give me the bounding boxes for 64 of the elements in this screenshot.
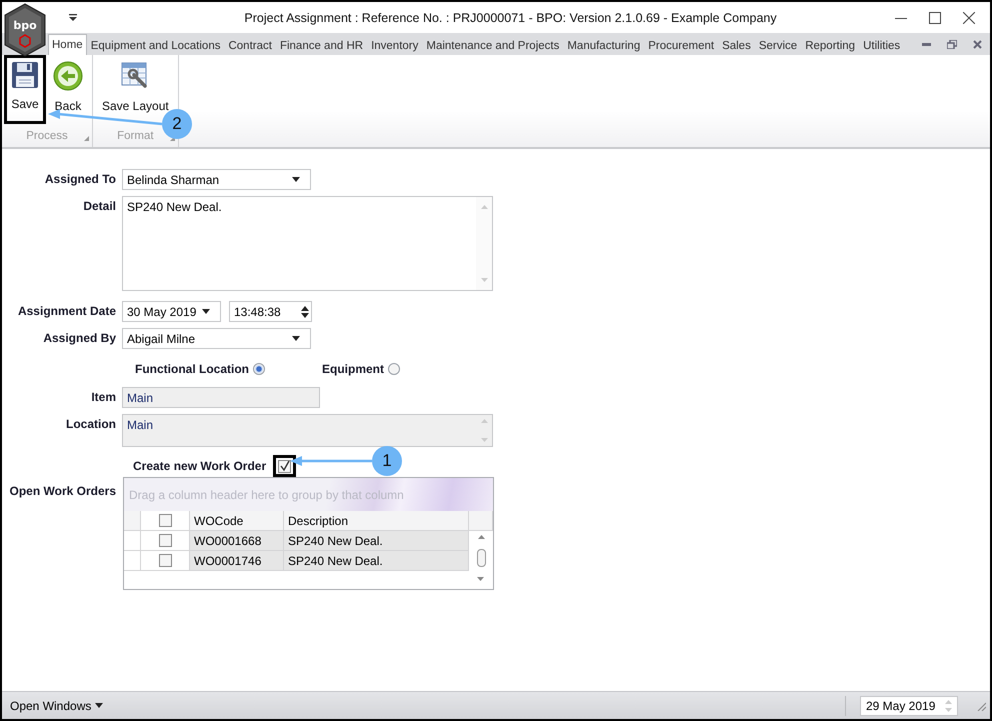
open-windows-menu[interactable]: Open Windows	[8, 698, 106, 712]
caret-icon[interactable]	[95, 703, 104, 708]
ribbon-tab[interactable]: Procurement	[644, 35, 718, 55]
dialog-launcher-icon[interactable]	[84, 136, 89, 141]
checkmark-icon	[279, 460, 290, 472]
dropdown-arrow-icon[interactable]	[292, 336, 300, 341]
column-header[interactable]: WOCode	[190, 511, 284, 531]
ribbon-tab[interactable]: Finance and HR	[276, 35, 368, 55]
ribbon-tab[interactable]: Reporting	[801, 35, 860, 55]
table-cell: SP240 New Deal.	[284, 551, 469, 571]
row-checkbox[interactable]	[158, 554, 172, 567]
checkbox-label: Create new Work Order	[133, 459, 266, 473]
radio-label: Functional Location	[135, 362, 249, 376]
radio-button[interactable]	[388, 363, 400, 375]
ribbon-tab[interactable]: Maintenance and Projects	[422, 35, 564, 55]
field-label: Detail	[82, 198, 117, 215]
minimize-icon[interactable]	[922, 42, 931, 46]
radio-button[interactable]	[253, 363, 265, 375]
window-title: Project Assignment : Reference No. : PRJ0000071 - BPO: Version 2.1.0.69 - Example Company	[243, 10, 778, 24]
time-field[interactable]: 13:48:38	[229, 301, 312, 322]
back-button[interactable]: Back	[46, 55, 90, 126]
maximize-icon[interactable]	[929, 12, 941, 24]
resize-grip-icon[interactable]	[976, 700, 986, 710]
dropdown-arrow-icon[interactable]	[202, 309, 210, 314]
restore-icon[interactable]	[947, 40, 957, 48]
ribbon-tab[interactable]: Inventory	[367, 35, 422, 55]
row-checkbox[interactable]	[158, 534, 172, 547]
close-icon[interactable]	[973, 40, 982, 48]
group-label: Process	[26, 130, 68, 142]
callout-badge: 1	[372, 446, 402, 476]
table-cell: WO0001746	[190, 551, 284, 571]
ribbon-tab[interactable]: Manufacturing	[563, 35, 644, 55]
ribbon-tab[interactable]: Contract	[224, 35, 276, 55]
dropdown-arrow-icon[interactable]	[292, 177, 300, 182]
radio-label: Equipment	[322, 362, 384, 376]
table-cell: WO0001668	[190, 531, 284, 551]
ribbon-tab[interactable]: Service	[754, 35, 802, 55]
ribbon-tab[interactable]: Utilities	[859, 35, 904, 55]
quick-access-menu-icon[interactable]	[69, 14, 77, 21]
group-label: Format	[117, 130, 154, 142]
date-picker[interactable]: 30 May 2019	[122, 301, 221, 322]
table-cell: SP240 New Deal.	[284, 531, 469, 551]
spin-up-icon[interactable]	[301, 306, 309, 310]
field-label: Assignment Date	[16, 303, 117, 320]
close-icon[interactable]	[963, 12, 975, 24]
ribbon-tab[interactable]: Equipment and Locations	[86, 35, 224, 55]
assigned-by-dropdown[interactable]: Abigail Milne	[122, 328, 311, 349]
field-label: Assigned By	[42, 330, 117, 347]
date-field[interactable]: 29 May 2019	[860, 696, 958, 716]
scroll-up-icon[interactable]	[478, 535, 484, 539]
column-header[interactable]: Description	[284, 511, 469, 531]
save-button[interactable]: Save	[4, 55, 46, 124]
assigned-to-dropdown[interactable]: Belinda Sharman	[122, 169, 311, 190]
ribbon-tab[interactable]: Sales	[718, 35, 755, 55]
item-field[interactable]: Main	[122, 387, 320, 408]
spin-down-icon[interactable]	[301, 312, 309, 318]
field-label: Open Work Orders	[8, 483, 117, 500]
scroll-down-icon[interactable]	[477, 577, 484, 581]
scroll-thumb[interactable]	[476, 549, 486, 567]
row-checkbox[interactable]	[158, 514, 172, 527]
field-label: Item	[90, 389, 117, 406]
field-label: Location	[65, 416, 117, 433]
ribbon-tab[interactable]: Home	[48, 34, 87, 55]
field-label: Assigned To	[44, 171, 117, 188]
